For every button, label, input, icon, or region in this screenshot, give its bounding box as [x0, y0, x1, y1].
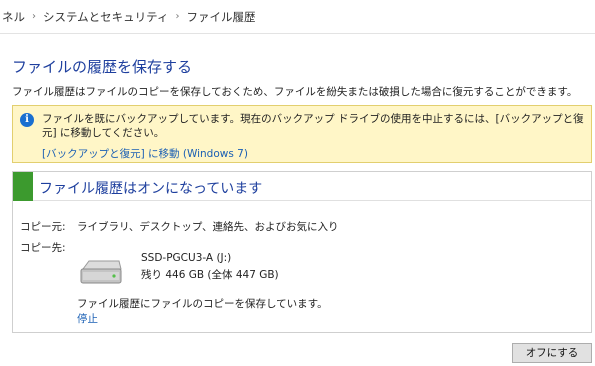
info-icon: i: [20, 113, 34, 127]
turn-off-button[interactable]: オフにする: [512, 343, 592, 363]
status-title: ファイル履歴はオンになっています: [39, 181, 263, 197]
breadcrumb-separator: ›: [32, 11, 36, 22]
breadcrumb-separator: ›: [175, 11, 180, 22]
page-description: ファイル履歴はファイルのコピーを保存しておくため、ファイルを紛失または破損した場…: [12, 86, 578, 98]
breadcrumb-item-system-security[interactable]: システムとセキュリティ: [43, 9, 168, 25]
drive-free-space: 残り 446 GB (全体 447 GB): [141, 269, 279, 281]
status-header: ファイル履歴はオンになっています: [13, 172, 591, 201]
copy-from-label: コピー元:: [20, 221, 66, 233]
breadcrumb-item-control-panel[interactable]: ネル: [2, 9, 25, 25]
breadcrumb-item-file-history[interactable]: ファイル履歴: [186, 9, 255, 25]
drive-icon: [80, 260, 122, 284]
backup-restore-link[interactable]: [バックアップと復元] に移動 (Windows 7): [42, 146, 248, 161]
drive-name: SSD-PGCU3-A (J:): [141, 252, 232, 264]
saving-status-text: ファイル履歴にファイルのコピーを保存しています。: [77, 298, 328, 310]
breadcrumb: ネル › システムとセキュリティ › ファイル履歴: [0, 0, 595, 34]
status-panel: ファイル履歴はオンになっています コピー元: ライブラリ、デスクトップ、連絡先、…: [12, 171, 592, 333]
stop-link[interactable]: 停止: [77, 311, 98, 326]
copy-from-value: ライブラリ、デスクトップ、連絡先、およびお気に入り: [77, 221, 339, 233]
page-title: ファイルの履歴を保存する: [12, 58, 193, 76]
status-indicator: [13, 172, 33, 201]
info-message: ファイルを既にバックアップしています。現在のバックアップ ドライブの使用を中止す…: [42, 113, 584, 139]
copy-to-label: コピー先:: [20, 242, 66, 254]
info-bar: i ファイルを既にバックアップしています。現在のバックアップ ドライブの使用を中…: [12, 105, 592, 163]
